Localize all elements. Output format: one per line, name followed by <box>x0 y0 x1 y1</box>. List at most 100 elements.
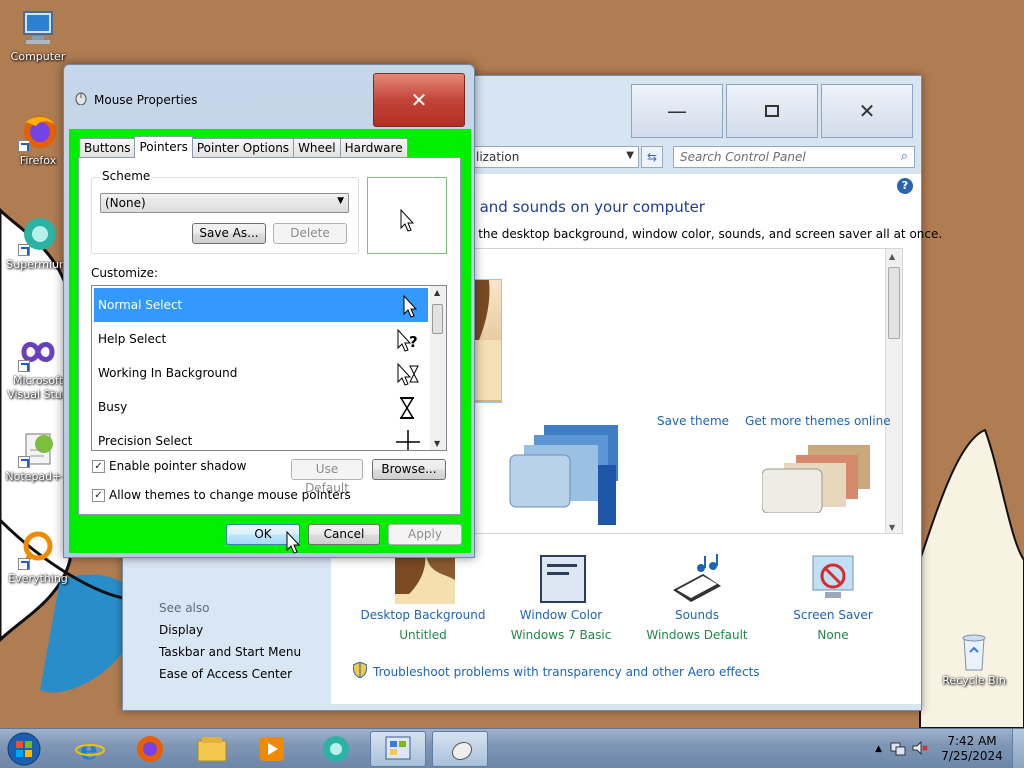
refresh-button[interactable]: ⇆ <box>641 146 663 168</box>
shortcut-arrow-icon <box>18 558 30 570</box>
show-desktop-button[interactable] <box>1012 729 1024 768</box>
crosshair-cursor-icon <box>396 430 420 450</box>
mouse-properties-dialog: Mouse Properties ✕ Buttons Pointers Poin… <box>63 64 475 558</box>
theme-thumbnail[interactable] <box>598 465 618 528</box>
taskbar-file-explorer[interactable] <box>184 731 240 767</box>
pointer-list[interactable]: Normal Select Help Select ? Working In B… <box>91 285 447 451</box>
list-item[interactable]: Busy <box>94 390 428 424</box>
save-as-button[interactable]: Save As... <box>192 223 266 244</box>
tab-buttons[interactable]: Buttons <box>79 138 136 158</box>
tab-wheel[interactable]: Wheel <box>293 138 341 158</box>
scheme-dropdown[interactable]: (None) ▼ <box>100 193 349 213</box>
computer-icon <box>18 8 58 48</box>
use-default-button[interactable]: Use Default <box>291 459 363 495</box>
theme-links: Save theme Get more themes online <box>657 414 891 428</box>
see-also: See also Display Taskbar and Start Menu … <box>159 601 302 681</box>
sounds-item[interactable]: Sounds Windows Default <box>627 554 767 642</box>
scroll-up-icon[interactable]: ▲ <box>889 252 895 261</box>
internet-explorer-icon: e <box>75 733 105 765</box>
desktop-icon-computer[interactable]: Computer <box>2 8 74 64</box>
address-bar[interactable]: lization ▼ <box>469 146 639 168</box>
dialog-title: Mouse Properties <box>74 91 197 108</box>
mouse-icon <box>451 741 473 761</box>
get-more-themes-link[interactable]: Get more themes online <box>745 414 891 428</box>
scroll-down-icon[interactable]: ▼ <box>434 439 440 448</box>
window-caption-buttons: — ✕ <box>631 84 913 138</box>
svg-text:e: e <box>80 733 98 765</box>
list-item[interactable]: Normal Select <box>94 288 428 322</box>
close-icon: ✕ <box>410 88 428 112</box>
cancel-button[interactable]: Cancel <box>308 524 380 545</box>
recycle-bin-icon <box>954 632 994 672</box>
control-panel-icon <box>385 736 411 760</box>
scrollbar-thumb[interactable] <box>432 304 443 334</box>
search-icon[interactable]: ⌕ <box>901 149 908 164</box>
clock[interactable]: 7:42 AM 7/25/2024 <box>932 734 1012 764</box>
mouse-icon <box>74 91 88 108</box>
clock-time: 7:42 AM <box>947 734 997 748</box>
show-hidden-icons-icon[interactable]: ▲ <box>875 744 882 754</box>
firefox-icon <box>18 112 58 152</box>
list-item[interactable]: Help Select ? <box>94 322 428 356</box>
taskbar-firefox[interactable] <box>122 731 178 767</box>
chevron-down-icon[interactable]: ▼ <box>626 150 634 161</box>
close-button[interactable]: ✕ <box>821 84 913 138</box>
theme-list[interactable]: ▲ ▼ <box>467 248 903 534</box>
media-player-icon <box>260 737 284 761</box>
page-description: e the desktop background, window color, … <box>467 227 943 241</box>
window-color-item[interactable]: Window Color Windows 7 Basic <box>491 554 631 642</box>
troubleshoot-link[interactable]: Troubleshoot problems with transparency … <box>352 661 760 681</box>
volume-muted-icon[interactable] <box>912 740 928 759</box>
delete-button[interactable]: Delete <box>273 223 347 244</box>
search-input[interactable]: Search Control Panel ⌕ <box>673 146 915 168</box>
shortcut-arrow-icon <box>18 140 30 152</box>
theme-thumbnail[interactable] <box>761 441 874 516</box>
scroll-down-icon[interactable]: ▼ <box>889 523 895 532</box>
help-icon[interactable]: ? <box>897 178 913 194</box>
browse-button[interactable]: Browse... <box>372 459 446 480</box>
desktop-icon-recycle-bin[interactable]: Recycle Bin <box>938 632 1010 688</box>
pointer-list-scrollbar[interactable]: ▲ ▼ <box>430 286 446 450</box>
theme-list-scrollbar[interactable]: ▲ ▼ <box>885 249 902 533</box>
apply-button[interactable]: Apply <box>388 524 462 545</box>
dialog-close-button[interactable]: ✕ <box>373 73 465 127</box>
list-item[interactable]: Working In Background <box>94 356 428 390</box>
windows-orb-icon <box>7 732 41 766</box>
scroll-up-icon[interactable]: ▲ <box>434 288 440 297</box>
help-cursor-icon: ? <box>397 328 418 352</box>
minimize-icon: — <box>667 99 687 123</box>
screen-saver-icon <box>805 554 861 604</box>
file-explorer-icon <box>197 737 227 762</box>
scheme-label: Scheme <box>100 169 153 183</box>
supermium-icon <box>18 216 58 256</box>
ease-of-access-link[interactable]: Ease of Access Center <box>159 667 301 681</box>
taskbar-supermium[interactable] <box>308 731 364 767</box>
desktop-background-item[interactable]: Desktop Background Untitled <box>353 554 493 642</box>
system-tray: ▲ 7:42 AM 7/25/2024 <box>875 729 1024 768</box>
taskbar-control-panel[interactable] <box>370 731 426 767</box>
scrollbar-thumb[interactable] <box>888 267 900 339</box>
refresh-icon: ⇆ <box>646 150 658 164</box>
screen-saver-item[interactable]: Screen Saver None <box>763 554 903 642</box>
taskbar-internet-explorer[interactable]: e <box>62 731 118 767</box>
tab-pointer-options[interactable]: Pointer Options <box>191 138 295 158</box>
enable-pointer-shadow-checkbox[interactable]: ✓ Enable pointer shadow <box>92 459 246 473</box>
tab-hardware[interactable]: Hardware <box>339 138 408 158</box>
sounds-icon <box>669 554 725 604</box>
display-link[interactable]: Display <box>159 623 301 637</box>
tab-pointers[interactable]: Pointers <box>134 136 193 158</box>
customize-label: Customize: <box>91 266 159 280</box>
maximize-button[interactable] <box>726 84 818 138</box>
taskbar-start-menu-link[interactable]: Taskbar and Start Menu <box>159 645 301 659</box>
allow-themes-checkbox[interactable]: ✓ Allow themes to change mouse pointers <box>92 488 351 502</box>
pointer-preview <box>367 177 447 254</box>
save-theme-link[interactable]: Save theme <box>657 414 729 428</box>
list-item[interactable]: Precision Select <box>94 424 428 450</box>
window-color-icon <box>533 554 589 604</box>
network-icon[interactable] <box>890 740 906 759</box>
taskbar-mouse-properties[interactable] <box>432 731 488 767</box>
taskbar-media-player[interactable] <box>244 731 300 767</box>
start-button[interactable] <box>4 730 44 768</box>
minimize-button[interactable]: — <box>631 84 723 138</box>
shortcut-arrow-icon <box>18 456 30 468</box>
